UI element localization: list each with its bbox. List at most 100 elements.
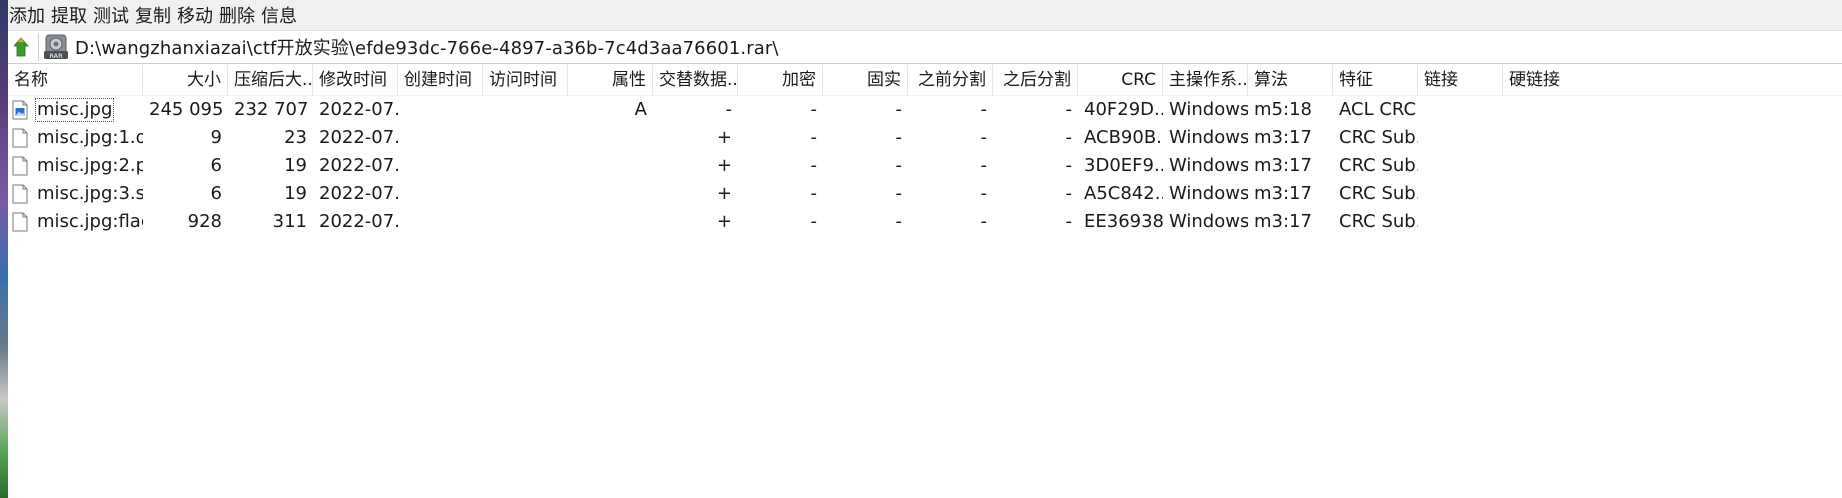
- cell-method: m3:17: [1254, 211, 1312, 232]
- cell-links: [1418, 208, 1503, 236]
- cell-split-after: -: [1065, 99, 1073, 120]
- cell-accessed: [483, 152, 568, 180]
- cell-created: [398, 152, 483, 180]
- cell-accessed: [483, 208, 568, 236]
- up-folder-button[interactable]: [8, 32, 38, 62]
- cell-encrypted: -: [810, 183, 818, 204]
- cell-accessed: [483, 124, 568, 152]
- cell-host-os: Windows: [1169, 155, 1248, 176]
- col-method[interactable]: 算法: [1248, 65, 1333, 95]
- cell-encrypted: -: [810, 155, 818, 176]
- cell-crc: 40F29D...: [1084, 99, 1163, 120]
- cell-host-os: Windows: [1169, 127, 1248, 148]
- menu-extract[interactable]: 提取: [50, 2, 92, 28]
- column-header: 名称 大小 压缩后大... 修改时间 创建时间 访问时间 属性 交替数据... …: [8, 65, 1842, 96]
- cell-attributes: [568, 152, 653, 180]
- cell-method: m3:17: [1254, 127, 1312, 148]
- cell-name: misc.jpg:flag: [8, 208, 143, 236]
- cell-created: [398, 208, 483, 236]
- file-name: misc.jpg:2.pa: [37, 155, 143, 176]
- file-list[interactable]: 名称 大小 压缩后大... 修改时间 创建时间 访问时间 属性 交替数据... …: [8, 65, 1842, 498]
- table-row[interactable]: misc.jpg:3.ssw 6 19 2022-07... + - - - -…: [8, 180, 1842, 208]
- cell-size: 6: [210, 183, 222, 204]
- cell-alt-streams: +: [716, 127, 732, 148]
- menu-add[interactable]: 添加: [8, 2, 50, 28]
- cell-alt-streams: +: [716, 183, 732, 204]
- col-alt-streams[interactable]: 交替数据...: [653, 65, 738, 95]
- cell-characteristics: CRC Sub...: [1339, 127, 1418, 148]
- cell-solid: -: [895, 155, 903, 176]
- cell-split-before: -: [980, 127, 988, 148]
- cell-split-before: -: [980, 211, 988, 232]
- cell-attributes: [568, 180, 653, 208]
- cell-modified: 2022-07...: [319, 155, 398, 176]
- table-row[interactable]: misc.jpg:1.ord 9 23 2022-07... + - - - -…: [8, 124, 1842, 152]
- menu-copy[interactable]: 复制: [134, 2, 176, 28]
- cell-links: [1418, 180, 1503, 208]
- blank-file-icon: [12, 128, 28, 148]
- menu-delete[interactable]: 删除: [218, 2, 260, 28]
- cell-hard-links: [1503, 96, 1588, 124]
- col-crc[interactable]: CRC: [1078, 65, 1163, 95]
- cell-attributes: [568, 208, 653, 236]
- menu-info[interactable]: 信息: [260, 2, 302, 28]
- table-row[interactable]: misc.jpg:2.pa 6 19 2022-07... + - - - - …: [8, 152, 1842, 180]
- cell-alt-streams: -: [725, 99, 733, 120]
- up-arrow-icon: [14, 37, 29, 57]
- cell-hard-links: [1503, 152, 1588, 180]
- col-split-before[interactable]: 之前分割: [908, 65, 993, 95]
- col-size[interactable]: 大小: [143, 65, 228, 95]
- cell-hard-links: [1503, 208, 1588, 236]
- col-modified[interactable]: 修改时间: [313, 65, 398, 95]
- cell-crc: ACB90B...: [1084, 127, 1163, 148]
- col-characteristics[interactable]: 特征: [1333, 65, 1418, 95]
- menu-bar: 添加 提取 测试 复制 移动 删除 信息: [8, 0, 1842, 31]
- cell-packed-size: 232 707: [234, 99, 309, 120]
- col-accessed[interactable]: 访问时间: [483, 65, 568, 95]
- col-split-after[interactable]: 之后分割: [993, 65, 1078, 95]
- col-links[interactable]: 链接: [1418, 65, 1503, 95]
- cell-host-os: Windows: [1169, 99, 1248, 120]
- cell-links: [1418, 96, 1503, 124]
- cell-split-after: -: [1065, 183, 1073, 204]
- cell-crc: 3D0EF9...: [1084, 155, 1163, 176]
- col-created[interactable]: 创建时间: [398, 65, 483, 95]
- table-row[interactable]: misc.jpg:flag 928 311 2022-07... + - - -…: [8, 208, 1842, 236]
- menu-test[interactable]: 测试: [92, 2, 134, 28]
- col-encrypted[interactable]: 加密: [738, 65, 823, 95]
- cell-name: misc.jpg: [8, 96, 143, 124]
- cell-solid: -: [895, 99, 903, 120]
- menu-move[interactable]: 移动: [176, 2, 218, 28]
- cell-hard-links: [1503, 180, 1588, 208]
- cell-method: m3:17: [1254, 183, 1312, 204]
- col-hard-links[interactable]: 硬链接: [1503, 65, 1588, 95]
- cell-split-before: -: [980, 183, 988, 204]
- cell-packed-size: 23: [284, 127, 307, 148]
- file-name: misc.jpg:1.ord: [37, 127, 143, 148]
- cell-encrypted: -: [810, 211, 818, 232]
- table-row[interactable]: misc.jpg 245 095 232 707 2022-07... A - …: [8, 96, 1842, 124]
- col-solid[interactable]: 固实: [823, 65, 908, 95]
- col-attributes[interactable]: 属性: [568, 65, 653, 95]
- cell-alt-streams: +: [716, 155, 732, 176]
- cell-created: [398, 124, 483, 152]
- blank-file-icon: [12, 156, 28, 176]
- cell-created: [398, 180, 483, 208]
- cell-attributes: [568, 124, 653, 152]
- cell-split-after: -: [1065, 127, 1073, 148]
- col-name[interactable]: 名称: [8, 65, 143, 95]
- cell-name: misc.jpg:2.pa: [8, 152, 143, 180]
- cell-name: misc.jpg:1.ord: [8, 124, 143, 152]
- col-packed-size[interactable]: 压缩后大...: [228, 65, 313, 95]
- address-field[interactable]: RAR D:\wangzhanxiazai\ctf开放实验\efde93dc-7…: [38, 33, 1838, 61]
- file-name: misc.jpg:flag: [37, 211, 143, 232]
- cell-method: m5:18: [1254, 99, 1312, 120]
- cell-split-after: -: [1065, 155, 1073, 176]
- blank-file-icon: [12, 184, 28, 204]
- cell-packed-size: 311: [272, 211, 307, 232]
- file-rows: misc.jpg 245 095 232 707 2022-07... A - …: [8, 96, 1842, 236]
- cell-packed-size: 19: [284, 155, 307, 176]
- image-file-icon: [12, 100, 28, 120]
- col-host-os[interactable]: 主操作系...: [1163, 65, 1248, 95]
- cell-method: m3:17: [1254, 155, 1312, 176]
